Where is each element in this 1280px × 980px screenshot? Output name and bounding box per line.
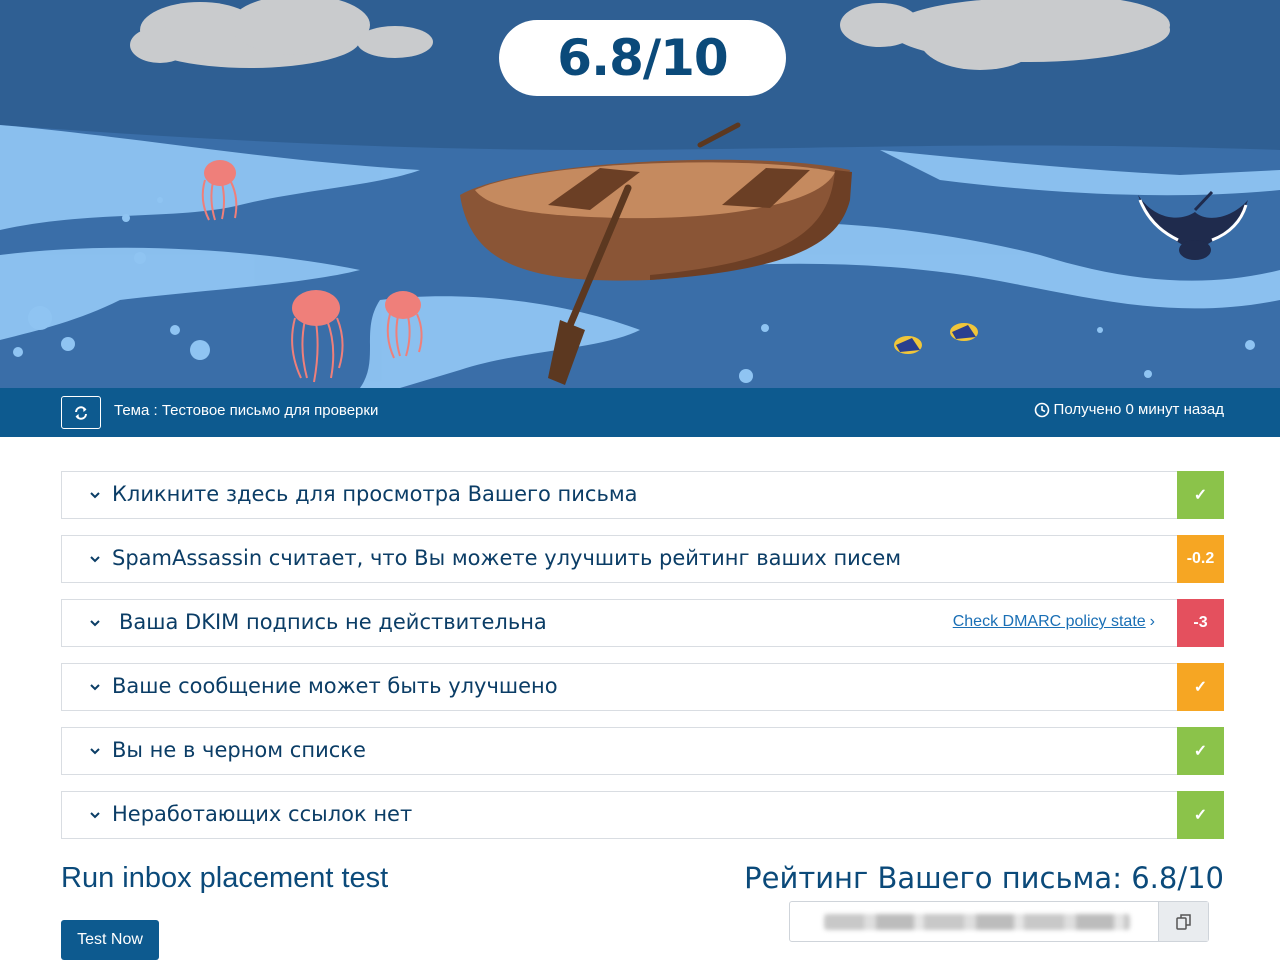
received-text: Получено 0 минут назад [1053, 401, 1224, 418]
refresh-icon [75, 405, 87, 420]
status-badge: ✓ [1177, 791, 1224, 839]
received-time: Получено 0 минут назад [1034, 401, 1224, 418]
chevron-down-icon [90, 684, 100, 691]
rating-title: Рейтинг Вашего письма: 6.8/10 [744, 861, 1224, 895]
check-label: Неработающих ссылок нет [112, 802, 413, 826]
check-label: Кликните здесь для просмотра Вашего пись… [112, 482, 638, 506]
hero-banner: 6.8/10 [0, 0, 1280, 388]
chevron-right-icon: › [1149, 613, 1155, 630]
clock-icon [1034, 402, 1049, 417]
chevron-down-icon [90, 620, 100, 627]
dmarc-policy-link[interactable]: Check DMARC policy state › [953, 613, 1155, 631]
score-badge: -3 [1177, 599, 1224, 647]
chevron-down-icon [90, 748, 100, 755]
copy-button[interactable] [1158, 902, 1208, 941]
check-label: Вы не в черном списке [112, 738, 366, 762]
chevron-down-icon [90, 556, 100, 563]
check-label: Ваша DKIM подпись не действительна [119, 610, 547, 634]
chevron-down-icon [90, 812, 100, 819]
refresh-button[interactable] [61, 396, 101, 429]
inbox-test-title: Run inbox placement test [61, 862, 389, 894]
check-row-broken-links[interactable]: Неработающих ссылок нет ✓ [61, 791, 1224, 839]
status-badge: ✓ [1177, 663, 1224, 711]
chevron-down-icon [90, 492, 100, 499]
check-row-spamassassin[interactable]: SpamAssassin считает, что Вы можете улуч… [61, 535, 1224, 583]
score-badge: 6.8/10 [499, 20, 786, 96]
check-results-list: Кликните здесь для просмотра Вашего пись… [61, 471, 1224, 855]
email-info-bar: Тема : Тестовое письмо для проверки Полу… [0, 388, 1280, 437]
status-badge: ✓ [1177, 471, 1224, 519]
check-label: SpamAssassin считает, что Вы можете улуч… [112, 546, 902, 570]
test-now-button[interactable]: Test Now [61, 920, 159, 960]
result-link-field[interactable] [789, 901, 1209, 942]
email-subject: Тема : Тестовое письмо для проверки [114, 402, 379, 419]
check-row-message-improve[interactable]: Ваше сообщение может быть улучшено ✓ [61, 663, 1224, 711]
score-badge: -0.2 [1177, 535, 1224, 583]
check-label: Ваше сообщение может быть улучшено [112, 674, 558, 698]
check-row-view-email[interactable]: Кликните здесь для просмотра Вашего пись… [61, 471, 1224, 519]
status-badge: ✓ [1177, 727, 1224, 775]
dmarc-policy-link-text: Check DMARC policy state [952, 613, 1146, 630]
check-row-dkim[interactable]: Ваша DKIM подпись не действительна Check… [61, 599, 1224, 647]
blurred-address [824, 914, 1130, 930]
check-row-blacklist[interactable]: Вы не в черном списке ✓ [61, 727, 1224, 775]
copy-icon [1175, 913, 1191, 930]
